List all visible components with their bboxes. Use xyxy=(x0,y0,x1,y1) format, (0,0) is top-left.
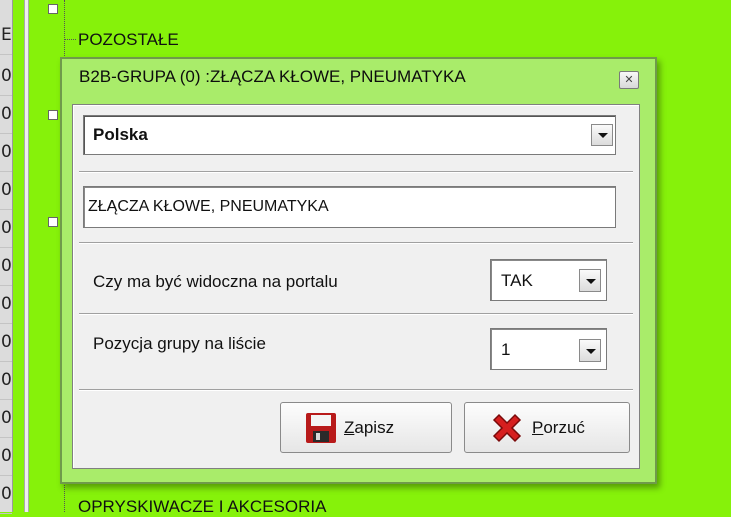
cancel-label: Porzuć xyxy=(532,418,585,437)
position-label: Pozycja grupy na liście xyxy=(93,334,266,353)
grid-cell[interactable]: 0 xyxy=(0,209,12,248)
separator xyxy=(79,389,633,391)
separator xyxy=(79,242,633,244)
language-select[interactable]: Polska xyxy=(83,115,616,155)
tree-expander-icon[interactable] xyxy=(48,217,58,227)
save-label: Zapisz xyxy=(344,418,395,437)
save-button[interactable]: Zapisz xyxy=(280,402,452,453)
grid-cell[interactable]: 0 xyxy=(0,399,12,438)
group-name-value: ZŁĄCZA KŁOWE, PNEUMATYKA xyxy=(88,198,329,215)
group-name-field[interactable]: ZŁĄCZA KŁOWE, PNEUMATYKA xyxy=(83,186,616,228)
cancel-button[interactable]: Porzuć xyxy=(464,402,630,453)
red-x-icon xyxy=(492,413,522,443)
grid-cell[interactable]: 0 xyxy=(0,323,12,362)
grid-cell[interactable]: 0 xyxy=(0,437,12,476)
separator xyxy=(79,171,633,173)
grid-column: E 0 0 0 0 0 0 0 0 0 0 0 0 xyxy=(0,0,13,514)
position-value: 1 xyxy=(501,340,511,359)
close-icon[interactable]: ✕ xyxy=(619,71,639,89)
grid-cell[interactable]: 0 xyxy=(0,95,12,134)
tree-expander-icon[interactable] xyxy=(48,4,58,14)
visible-label: Czy ma być widoczna na portalu xyxy=(93,272,338,291)
grid-cell[interactable]: 0 xyxy=(0,171,12,210)
tree-item[interactable]: POZOSTAŁE xyxy=(78,30,179,50)
language-value: Polska xyxy=(93,125,148,144)
tree-item[interactable]: OPRYSKIWACZE I AKCESORIA xyxy=(78,497,326,517)
visible-value: TAK xyxy=(501,271,533,290)
grid-header-cell: E xyxy=(0,16,12,55)
chevron-down-icon[interactable] xyxy=(579,269,601,292)
tree-expander-icon[interactable] xyxy=(48,110,58,120)
dialog-title: B2B-GRUPA (0) :ZŁĄCZA KŁOWE, PNEUMATYKA xyxy=(79,67,466,86)
visible-select[interactable]: TAK xyxy=(490,259,607,301)
grid-cell[interactable]: 0 xyxy=(0,133,12,172)
grid-cell[interactable]: 0 xyxy=(0,247,12,286)
dialog-panel: Polska ZŁĄCZA KŁOWE, PNEUMATYKA Czy ma b… xyxy=(72,104,640,469)
grid-cell[interactable]: 0 xyxy=(0,285,12,324)
splitter[interactable] xyxy=(24,0,29,512)
grid-cell[interactable]: 0 xyxy=(0,475,12,514)
chevron-down-icon[interactable] xyxy=(579,339,601,362)
separator xyxy=(79,313,633,315)
floppy-disk-icon xyxy=(306,413,336,443)
chevron-down-icon[interactable] xyxy=(591,124,613,146)
grid-cell[interactable]: 0 xyxy=(0,361,12,400)
edit-group-dialog: B2B-GRUPA (0) :ZŁĄCZA KŁOWE, PNEUMATYKA … xyxy=(60,57,657,484)
tree-line xyxy=(64,39,76,40)
grid-cell[interactable]: 0 xyxy=(0,57,12,96)
position-select[interactable]: 1 xyxy=(490,328,607,370)
